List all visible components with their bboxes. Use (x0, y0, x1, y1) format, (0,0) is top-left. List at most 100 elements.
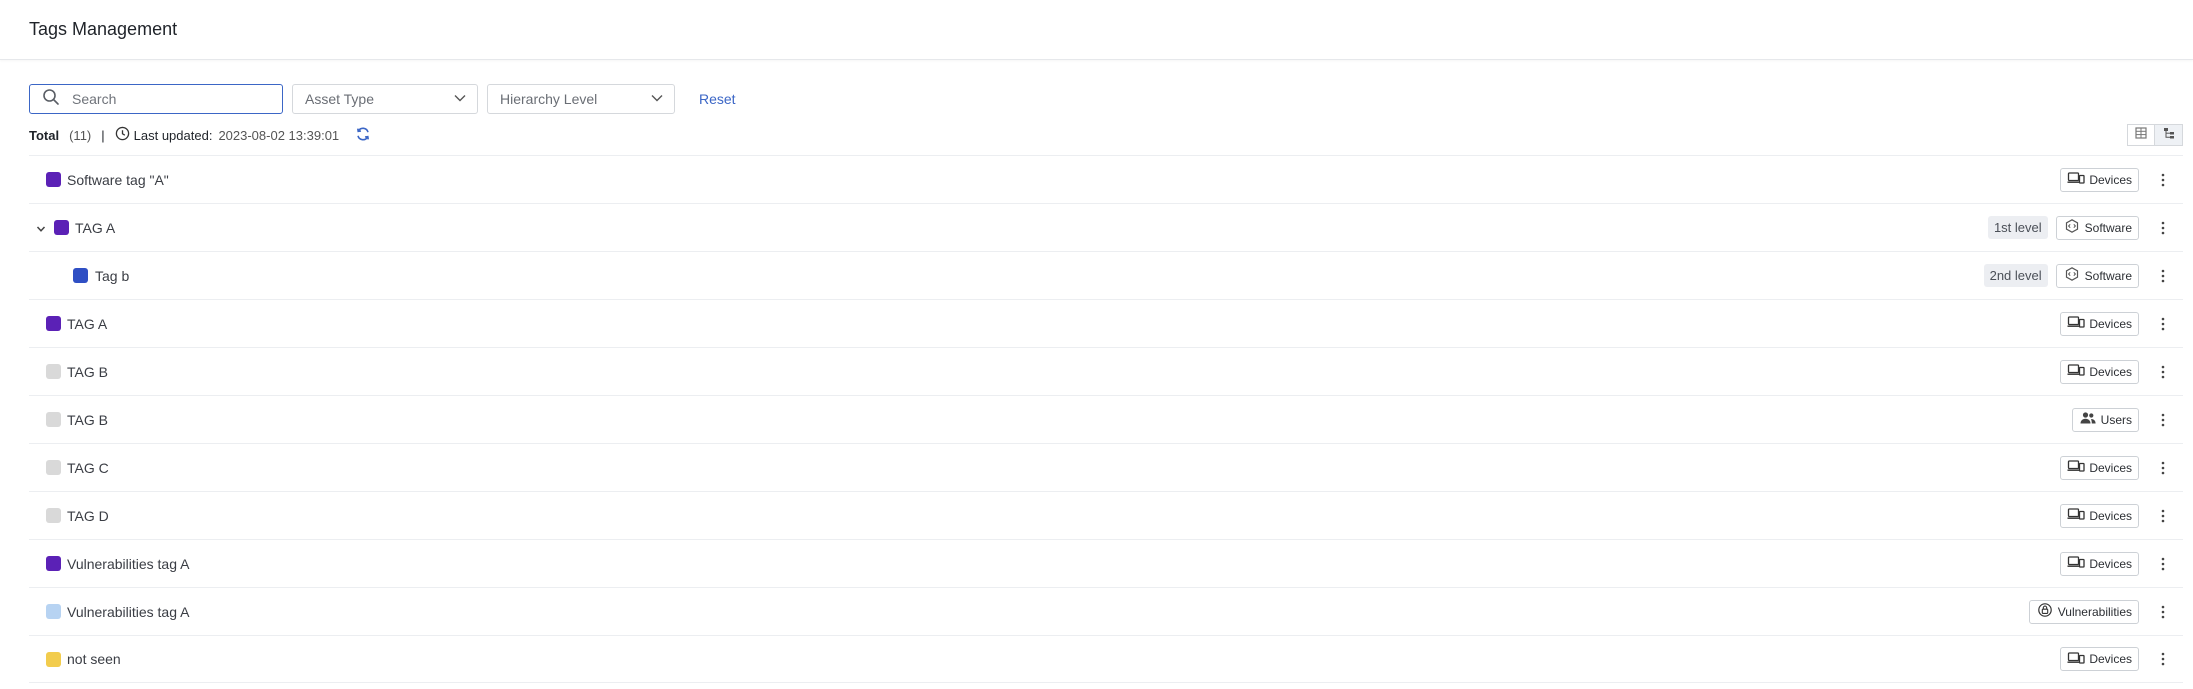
row-actions: 2nd level Software (1983, 263, 2183, 288)
asset-type-label: Software (2084, 268, 2132, 283)
tag-row[interactable]: Tag b 2nd level Software (29, 251, 2183, 299)
asset-type-badge: Vulnerabilities (2028, 599, 2139, 624)
tag-row[interactable]: TAG A 1st level Software (29, 203, 2183, 251)
more-options-icon[interactable] (2153, 458, 2173, 478)
tag-name: TAG D (67, 507, 109, 524)
tag-row[interactable]: TAG A Devices (29, 299, 2183, 347)
row-actions: Devices (2060, 359, 2183, 384)
asset-type-badge: Devices (2060, 167, 2139, 192)
devices-icon (2067, 651, 2089, 668)
chevron-down-icon[interactable] (35, 222, 47, 234)
asset-type-label: Devices (2089, 556, 2132, 571)
asset-type-badge: Devices (2060, 647, 2139, 671)
tag-name: Vulnerabilities tag A (67, 555, 190, 572)
tag-row[interactable]: Vulnerabilities tag A Devices (29, 539, 2183, 587)
row-actions: Devices (2060, 167, 2183, 192)
tag-color-swatch (46, 651, 61, 667)
tag-row[interactable]: not seen Devices (29, 635, 2183, 683)
tag-row[interactable]: Vulnerabilities tag A Vulnerabilities (29, 587, 2183, 635)
tag-row[interactable]: TAG D Devices (29, 491, 2183, 539)
tag-color-swatch (46, 604, 61, 619)
asset-type-label: Software (2084, 220, 2132, 235)
search-input[interactable] (70, 90, 274, 108)
asset-type-label: Users (2100, 412, 2132, 427)
more-options-icon[interactable] (2153, 362, 2173, 382)
asset-type-label: Asset Type (305, 91, 375, 107)
asset-type-label: Vulnerabilities (2057, 604, 2132, 619)
hierarchy-level-badge: 2nd level (1983, 264, 2048, 287)
asset-type-select[interactable]: Asset Type (292, 84, 478, 114)
reset-link[interactable]: Reset (699, 91, 736, 107)
row-actions: Devices (2060, 311, 2183, 336)
tag-row[interactable]: Software tag "A" Devices (29, 155, 2183, 203)
software-icon (2063, 267, 2085, 284)
tag-row[interactable]: TAG B Devices (29, 347, 2183, 395)
more-options-icon[interactable] (2153, 506, 2173, 526)
table-view-button[interactable] (2127, 124, 2155, 146)
more-options-icon[interactable] (2153, 410, 2173, 430)
users-icon (2079, 411, 2101, 428)
asset-type-badge: Software (2055, 215, 2139, 240)
tag-name: TAG A (67, 315, 108, 332)
row-actions: Vulnerabilities (2028, 599, 2183, 624)
more-options-icon[interactable] (2153, 649, 2173, 669)
tree-view-icon (2163, 126, 2175, 144)
more-options-icon[interactable] (2153, 602, 2173, 622)
devices-icon (2067, 555, 2089, 572)
clock-icon (115, 126, 134, 144)
more-options-icon[interactable] (2153, 554, 2173, 574)
hierarchy-level-badge: 1st level (1987, 216, 2048, 239)
tag-name: Tag b (95, 267, 130, 284)
status-bar: Total (11) | Last updated: 2023-08-02 13… (29, 125, 371, 145)
page-title: Tags Management (29, 19, 178, 39)
asset-type-badge: Devices (2060, 359, 2139, 384)
asset-type-label: Devices (2089, 508, 2132, 523)
vulnerabilities-icon (2036, 603, 2058, 620)
asset-type-badge: Users (2071, 407, 2139, 432)
total-count: (11) (69, 127, 92, 143)
refresh-icon[interactable] (339, 126, 371, 145)
row-actions: Devices (2060, 551, 2183, 576)
tag-color-swatch (46, 316, 61, 331)
more-options-icon[interactable] (2153, 218, 2173, 238)
more-options-icon[interactable] (2153, 314, 2173, 334)
last-updated-label: Last updated: (133, 127, 213, 143)
chevron-down-icon (650, 91, 664, 108)
tag-name: Vulnerabilities tag A (67, 603, 190, 620)
search-box[interactable] (29, 84, 283, 114)
tag-row[interactable]: TAG B Users (29, 395, 2183, 443)
tag-color-swatch (46, 508, 61, 523)
asset-type-label: Devices (2089, 172, 2132, 187)
row-actions: Devices (2060, 503, 2183, 528)
filter-bar: Asset Type Hierarchy Level Reset (29, 84, 736, 114)
tag-color-swatch (73, 268, 88, 283)
view-toggle (2127, 124, 2183, 146)
table-view-icon (2135, 126, 2147, 144)
last-updated-value: 2023-08-02 13:39:01 (218, 127, 340, 143)
more-options-icon[interactable] (2153, 170, 2173, 190)
devices-icon (2067, 315, 2089, 332)
asset-type-label: Devices (2089, 364, 2132, 379)
row-actions: Devices (2060, 455, 2183, 480)
more-options-icon[interactable] (2153, 266, 2173, 286)
tag-name: TAG B (67, 411, 108, 428)
tag-name: TAG C (67, 459, 109, 476)
tag-color-swatch (46, 460, 61, 475)
tree-view-button[interactable] (2155, 124, 2183, 146)
asset-type-badge: Devices (2060, 551, 2139, 576)
tag-color-swatch (54, 220, 69, 235)
tag-list: Software tag "A" Devices TAG A 1st level Sof… (29, 155, 2183, 683)
asset-type-label: Devices (2089, 460, 2132, 475)
asset-type-badge: Devices (2060, 455, 2139, 480)
asset-type-badge: Devices (2060, 503, 2139, 528)
hierarchy-level-select[interactable]: Hierarchy Level (487, 84, 675, 114)
tag-name: not seen (67, 651, 121, 667)
tag-color-swatch (46, 172, 61, 187)
total-label: Total (29, 127, 60, 143)
search-icon (42, 88, 60, 111)
tag-color-swatch (46, 364, 61, 379)
tag-row[interactable]: TAG C Devices (29, 443, 2183, 491)
devices-icon (2067, 363, 2089, 380)
row-actions: Users (2071, 407, 2183, 432)
tag-name: Software tag "A" (67, 171, 169, 188)
